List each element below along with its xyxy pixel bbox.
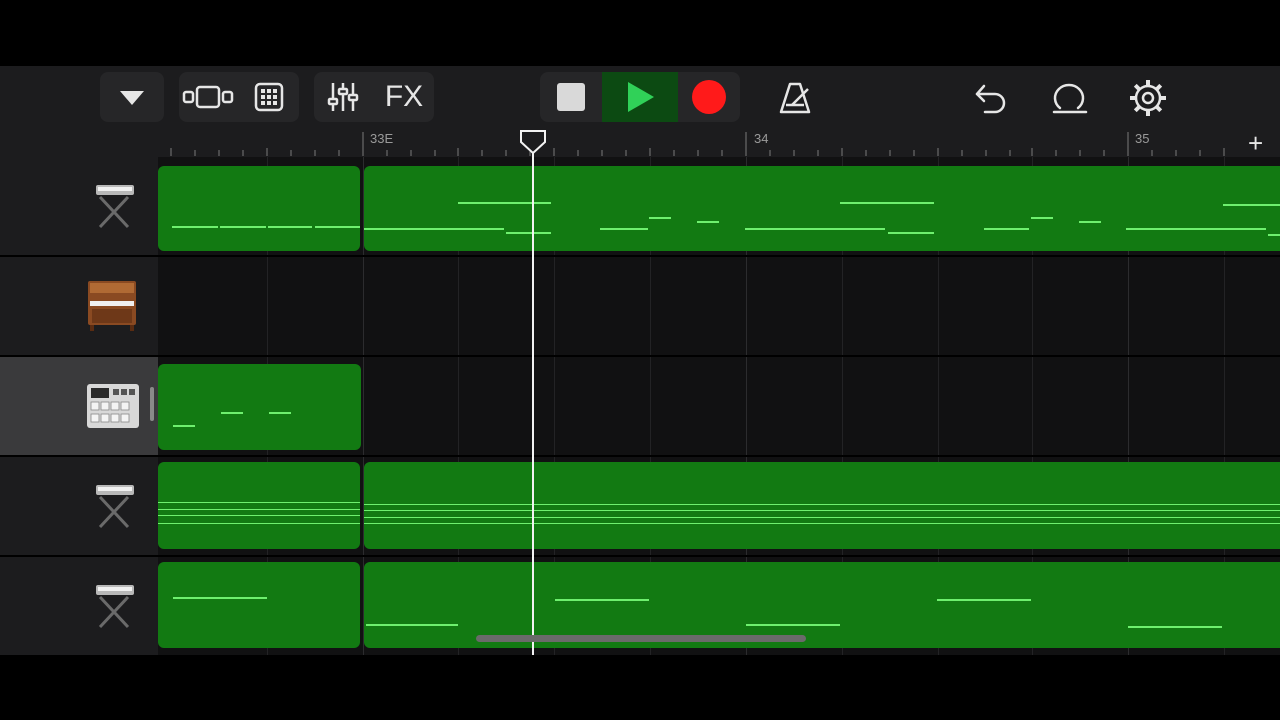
midi-region[interactable] [158, 562, 360, 648]
play-button[interactable] [602, 72, 678, 122]
midi-note [364, 517, 1280, 518]
midi-note [364, 523, 1280, 524]
loop-browser-button[interactable] [1048, 78, 1092, 118]
tracks-view-icon [182, 85, 234, 109]
midi-note [1128, 626, 1222, 628]
midi-note [984, 228, 1029, 230]
midi-note [1268, 234, 1280, 236]
tracks-area[interactable] [158, 157, 1280, 655]
toolbar: FX [0, 66, 1280, 130]
midi-note [158, 502, 360, 503]
track-list-dropdown-button[interactable] [100, 72, 164, 122]
mixer-button[interactable] [314, 72, 372, 122]
midi-note [268, 226, 312, 228]
stop-icon [557, 83, 585, 111]
track-header-synth-3[interactable] [0, 557, 158, 657]
midi-region[interactable] [158, 462, 360, 549]
midi-note [1223, 204, 1280, 206]
midi-note [364, 228, 504, 230]
loop-icon [1052, 83, 1088, 114]
midi-note [840, 202, 934, 204]
mixer-icon [327, 83, 359, 111]
fx-button[interactable]: FX [374, 72, 434, 122]
midi-note [506, 232, 551, 234]
midi-note [745, 228, 885, 230]
synth-keyboard-icon [96, 585, 134, 629]
midi-note [1126, 228, 1266, 230]
track-resize-handle[interactable] [150, 387, 154, 421]
metronome-button[interactable] [774, 80, 816, 116]
midi-region-8-bit-grit[interactable] [364, 166, 1280, 251]
transport-controls [540, 72, 740, 122]
bar-number-33: 33E [370, 131, 394, 146]
midi-note [937, 599, 1031, 601]
view-toggle-group [179, 72, 299, 122]
playhead-line [532, 140, 534, 655]
midi-note [366, 624, 458, 626]
record-icon [692, 80, 726, 114]
synth-keyboard-icon [96, 185, 134, 229]
drum-region[interactable] [158, 364, 361, 450]
bar-number-35: 35 [1135, 131, 1150, 146]
track-lane-piano[interactable] [158, 257, 1280, 357]
grid-view-icon [254, 82, 284, 112]
add-section-button[interactable]: + [1248, 128, 1263, 159]
midi-region[interactable] [364, 462, 1280, 549]
midi-note [158, 523, 360, 524]
track-lane-synth-2[interactable] [158, 457, 1280, 557]
midi-note [173, 597, 267, 599]
midi-note [1079, 221, 1101, 223]
chevron-down-icon [120, 91, 144, 105]
track-header-piano[interactable] [0, 257, 158, 357]
midi-note [458, 202, 551, 204]
track-header-synth-2[interactable] [0, 457, 158, 557]
metronome-icon [779, 82, 811, 114]
grid-view-button[interactable] [239, 72, 299, 122]
midi-note [746, 624, 840, 626]
play-icon [628, 82, 654, 112]
settings-icon [1130, 80, 1166, 116]
drum-machine-icon [87, 384, 139, 428]
midi-note [888, 232, 934, 234]
midi-region[interactable] [158, 166, 360, 251]
midi-note [221, 412, 243, 414]
midi-note [364, 510, 1280, 511]
bar-number-34: 34 [754, 131, 769, 146]
undo-button[interactable] [970, 78, 1012, 118]
midi-note [697, 221, 719, 223]
timeline-ruler[interactable]: 33E 34 35 + [158, 128, 1280, 159]
midi-note [600, 228, 648, 230]
midi-note [555, 599, 649, 601]
ruler-ticks [170, 132, 1225, 156]
track-header-column [0, 130, 158, 657]
track-lane-drum-machine[interactable] [158, 357, 1280, 457]
track-lane-synth-1[interactable] [158, 157, 1280, 257]
stop-button[interactable] [540, 72, 602, 122]
synth-keyboard-icon [96, 485, 134, 529]
record-button[interactable] [678, 72, 740, 122]
midi-note [158, 509, 360, 510]
midi-note [315, 226, 360, 228]
upright-piano-icon [88, 281, 136, 331]
midi-note [1031, 217, 1053, 219]
midi-note [220, 226, 266, 228]
track-header-drum-machine[interactable] [0, 357, 158, 457]
midi-note [158, 515, 360, 516]
midi-note [649, 217, 671, 219]
playhead-handle[interactable] [520, 130, 546, 154]
midi-note [173, 425, 195, 427]
midi-note [269, 412, 291, 414]
midi-note [364, 504, 1280, 505]
mixer-fx-group: FX [314, 72, 434, 122]
track-header-synth-1[interactable] [0, 157, 158, 257]
undo-icon [975, 84, 1006, 114]
tracks-view-button[interactable] [179, 72, 237, 122]
midi-note [172, 226, 218, 228]
horizontal-scrollbar[interactable] [476, 635, 806, 642]
settings-button[interactable] [1126, 78, 1170, 118]
